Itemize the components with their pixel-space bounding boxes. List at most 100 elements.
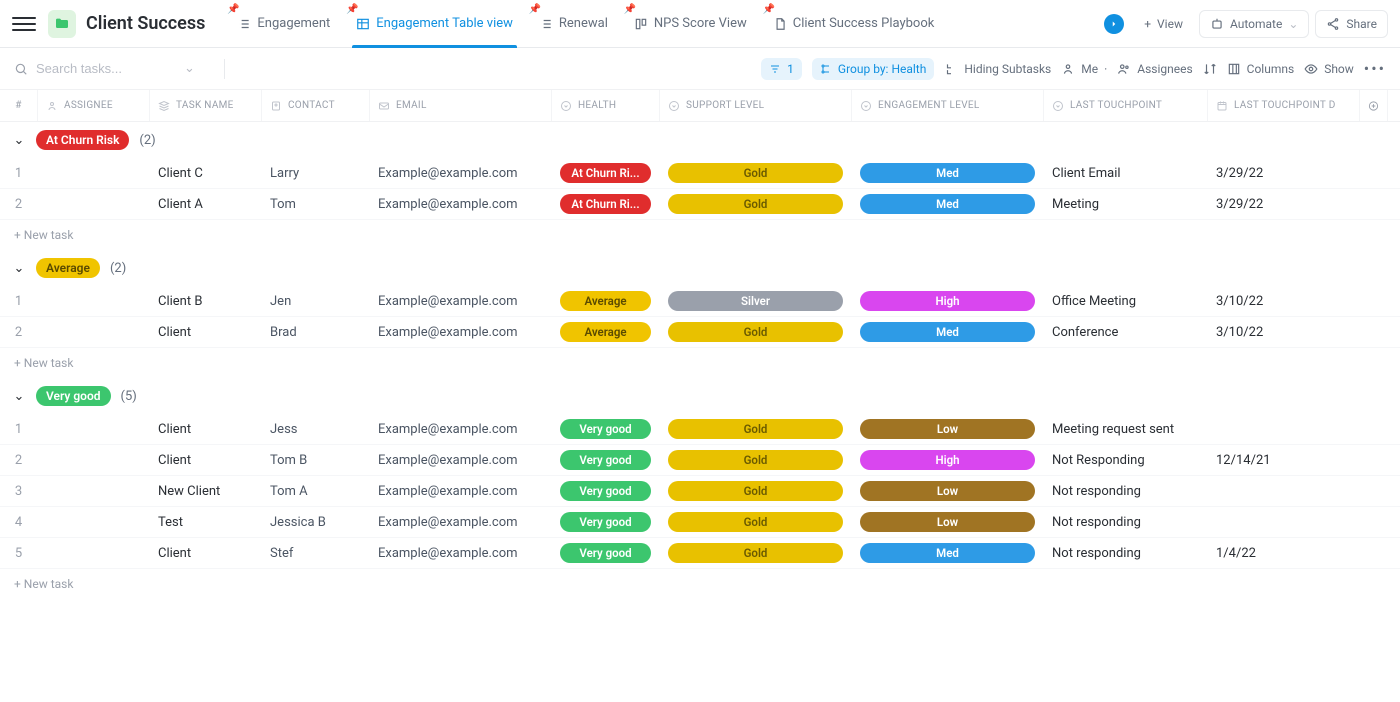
filter-pill[interactable]: 1: [761, 58, 802, 80]
table-row[interactable]: 1ClientJessExample@example.comVery goodG…: [0, 414, 1400, 445]
caret-icon[interactable]: ⌄: [12, 133, 26, 148]
email-cell[interactable]: Example@example.com: [370, 158, 552, 188]
col-touchpoint[interactable]: LAST TOUCHPOINT: [1044, 90, 1208, 121]
col-touchdate[interactable]: LAST TOUCHPOINT D: [1208, 90, 1360, 121]
table-row[interactable]: 2ClientBradExample@example.comAverageGol…: [0, 317, 1400, 348]
search-chevron-icon[interactable]: ⌄: [184, 61, 195, 76]
share-button[interactable]: Share: [1315, 10, 1388, 38]
contact-cell[interactable]: Jessica B: [262, 507, 370, 537]
task-name[interactable]: New Client: [150, 476, 262, 506]
support-cell[interactable]: Gold: [660, 538, 852, 568]
support-cell[interactable]: Gold: [660, 158, 852, 188]
support-cell[interactable]: Silver: [660, 286, 852, 316]
touchdate-cell[interactable]: 3/29/22: [1208, 189, 1360, 219]
group-header[interactable]: ⌄Average(2): [0, 250, 1400, 286]
task-name[interactable]: Test: [150, 507, 262, 537]
health-cell[interactable]: Very good: [552, 538, 660, 568]
touchdate-cell[interactable]: [1208, 414, 1360, 444]
support-cell[interactable]: Gold: [660, 317, 852, 347]
col-task[interactable]: TASK NAME: [150, 90, 262, 121]
touchdate-cell[interactable]: 3/10/22: [1208, 317, 1360, 347]
touchpoint-cell[interactable]: Not responding: [1044, 538, 1208, 568]
table-row[interactable]: 1Client BJenExample@example.comAverageSi…: [0, 286, 1400, 317]
me-filter[interactable]: Me ·: [1061, 62, 1107, 76]
menu-toggle[interactable]: [12, 12, 36, 36]
table-row[interactable]: 4TestJessica BExample@example.comVery go…: [0, 507, 1400, 538]
assignee-cell[interactable]: [38, 317, 150, 347]
col-contact[interactable]: CONTACT: [262, 90, 370, 121]
subtasks-toggle[interactable]: Hiding Subtasks: [944, 62, 1051, 76]
contact-cell[interactable]: Jess: [262, 414, 370, 444]
email-cell[interactable]: Example@example.com: [370, 507, 552, 537]
col-support[interactable]: SUPPORT LEVEL: [660, 90, 852, 121]
new-task-button[interactable]: + New task: [0, 569, 1400, 599]
engage-cell[interactable]: Med: [852, 317, 1044, 347]
contact-cell[interactable]: Tom B: [262, 445, 370, 475]
more-button[interactable]: •••: [1364, 59, 1386, 78]
table-row[interactable]: 2ClientTom BExample@example.comVery good…: [0, 445, 1400, 476]
search-box[interactable]: ⌄: [14, 61, 214, 76]
contact-cell[interactable]: Tom A: [262, 476, 370, 506]
touchdate-cell[interactable]: 3/10/22: [1208, 286, 1360, 316]
new-task-button[interactable]: + New task: [0, 348, 1400, 378]
assignee-cell[interactable]: [38, 445, 150, 475]
show-button[interactable]: Show: [1304, 62, 1354, 76]
engage-cell[interactable]: Low: [852, 507, 1044, 537]
table-row[interactable]: 5ClientStefExample@example.comVery goodG…: [0, 538, 1400, 569]
support-cell[interactable]: Gold: [660, 189, 852, 219]
caret-icon[interactable]: ⌄: [12, 261, 26, 276]
email-cell[interactable]: Example@example.com: [370, 476, 552, 506]
engage-cell[interactable]: Low: [852, 414, 1044, 444]
assignee-cell[interactable]: [38, 286, 150, 316]
automate-button[interactable]: Automate ⌄: [1199, 10, 1309, 38]
task-name[interactable]: Client A: [150, 189, 262, 219]
contact-cell[interactable]: Jen: [262, 286, 370, 316]
touchpoint-cell[interactable]: Not Responding: [1044, 445, 1208, 475]
health-cell[interactable]: Average: [552, 286, 660, 316]
col-assignee[interactable]: ASSIGNEE: [38, 90, 150, 121]
email-cell[interactable]: Example@example.com: [370, 538, 552, 568]
support-cell[interactable]: Gold: [660, 445, 852, 475]
health-cell[interactable]: Very good: [552, 507, 660, 537]
touchpoint-cell[interactable]: Meeting: [1044, 189, 1208, 219]
task-name[interactable]: Client B: [150, 286, 262, 316]
email-cell[interactable]: Example@example.com: [370, 189, 552, 219]
email-cell[interactable]: Example@example.com: [370, 414, 552, 444]
contact-cell[interactable]: Tom: [262, 189, 370, 219]
next-views-button[interactable]: [1104, 14, 1124, 34]
health-cell[interactable]: At Churn Ri...: [552, 189, 660, 219]
touchdate-cell[interactable]: 12/14/21: [1208, 445, 1360, 475]
contact-cell[interactable]: Larry: [262, 158, 370, 188]
group-by-pill[interactable]: Group by: Health: [812, 58, 934, 80]
touchdate-cell[interactable]: [1208, 507, 1360, 537]
assignee-cell[interactable]: [38, 189, 150, 219]
assignee-cell[interactable]: [38, 414, 150, 444]
tab-engagement-table-view[interactable]: 📌Engagement Table view: [344, 0, 525, 48]
table-row[interactable]: 3New ClientTom AExample@example.comVery …: [0, 476, 1400, 507]
engage-cell[interactable]: Med: [852, 158, 1044, 188]
assignee-cell[interactable]: [38, 538, 150, 568]
engage-cell[interactable]: High: [852, 286, 1044, 316]
table-row[interactable]: 2Client ATomExample@example.comAt Churn …: [0, 189, 1400, 220]
engage-cell[interactable]: Low: [852, 476, 1044, 506]
assignee-cell[interactable]: [38, 507, 150, 537]
tab-client-success-playbook[interactable]: 📌Client Success Playbook: [761, 0, 947, 48]
engage-cell[interactable]: High: [852, 445, 1044, 475]
tab-renewal[interactable]: 📌Renewal: [527, 0, 620, 48]
email-cell[interactable]: Example@example.com: [370, 286, 552, 316]
task-name[interactable]: Client C: [150, 158, 262, 188]
contact-cell[interactable]: Stef: [262, 538, 370, 568]
task-name[interactable]: Client: [150, 317, 262, 347]
email-cell[interactable]: Example@example.com: [370, 317, 552, 347]
touchpoint-cell[interactable]: Not responding: [1044, 476, 1208, 506]
touchdate-cell[interactable]: [1208, 476, 1360, 506]
col-email[interactable]: EMAIL: [370, 90, 552, 121]
caret-icon[interactable]: ⌄: [12, 389, 26, 404]
add-view-button[interactable]: +View: [1134, 10, 1193, 38]
touchpoint-cell[interactable]: Client Email: [1044, 158, 1208, 188]
new-task-button[interactable]: + New task: [0, 220, 1400, 250]
health-cell[interactable]: Very good: [552, 445, 660, 475]
tab-nps-score-view[interactable]: 📌NPS Score View: [622, 0, 759, 48]
touchdate-cell[interactable]: 3/29/22: [1208, 158, 1360, 188]
touchpoint-cell[interactable]: Meeting request sent: [1044, 414, 1208, 444]
